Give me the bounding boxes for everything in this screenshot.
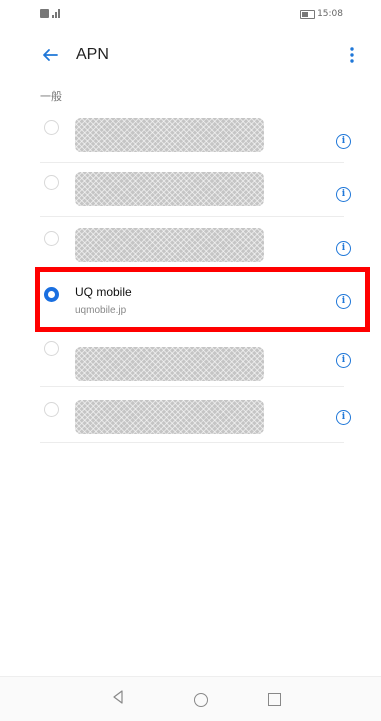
- radio-button[interactable]: [44, 402, 59, 417]
- apn-item[interactable]: i: [0, 392, 381, 448]
- section-header: 一般: [40, 90, 62, 103]
- apn-item[interactable]: i: [0, 108, 381, 164]
- info-icon[interactable]: i: [336, 187, 351, 202]
- highlight-annotation: [35, 267, 370, 332]
- info-glyph: i: [341, 189, 346, 199]
- redacted-apn-label: [75, 347, 264, 381]
- radio-button[interactable]: [44, 341, 59, 356]
- app-bar: APN: [0, 33, 381, 77]
- arrow-left-icon[interactable]: [40, 45, 62, 65]
- apn-item[interactable]: i: [0, 164, 381, 220]
- redacted-apn-label: [75, 172, 264, 206]
- signal-icon: [52, 9, 61, 18]
- info-icon[interactable]: i: [336, 410, 351, 425]
- nav-home-icon[interactable]: [194, 693, 208, 707]
- sim-icon: [40, 9, 49, 18]
- redacted-apn-label: [75, 228, 264, 262]
- nav-recent-icon[interactable]: [268, 693, 281, 706]
- apn-item[interactable]: i: [0, 218, 381, 274]
- apn-item[interactable]: i: [0, 336, 381, 392]
- redacted-apn-label: [75, 400, 264, 434]
- divider: [40, 386, 344, 387]
- divider: [40, 216, 344, 217]
- info-icon[interactable]: i: [336, 134, 351, 149]
- status-time: 15:08: [317, 9, 343, 19]
- page-title: APN: [76, 46, 109, 63]
- status-left: [40, 9, 61, 18]
- status-right: 15:08: [300, 9, 343, 19]
- battery-icon: [300, 9, 316, 19]
- radio-button[interactable]: [44, 231, 59, 246]
- info-glyph: i: [341, 412, 346, 422]
- nav-back-icon[interactable]: [111, 689, 125, 709]
- status-bar: 15:08: [0, 0, 381, 30]
- apn-settings-screen: 15:08 APN 一般 i i i UQ mobile uqmobile.jp…: [0, 0, 381, 721]
- overflow-menu-icon[interactable]: [345, 46, 359, 66]
- redacted-apn-label: [75, 118, 264, 152]
- info-glyph: i: [341, 136, 346, 146]
- divider: [40, 162, 344, 163]
- divider: [40, 442, 344, 443]
- navigation-bar: [0, 676, 381, 721]
- info-glyph: i: [341, 243, 346, 253]
- radio-button[interactable]: [44, 175, 59, 190]
- info-icon[interactable]: i: [336, 241, 351, 256]
- radio-button[interactable]: [44, 120, 59, 135]
- info-glyph: i: [341, 355, 346, 365]
- info-icon[interactable]: i: [336, 353, 351, 368]
